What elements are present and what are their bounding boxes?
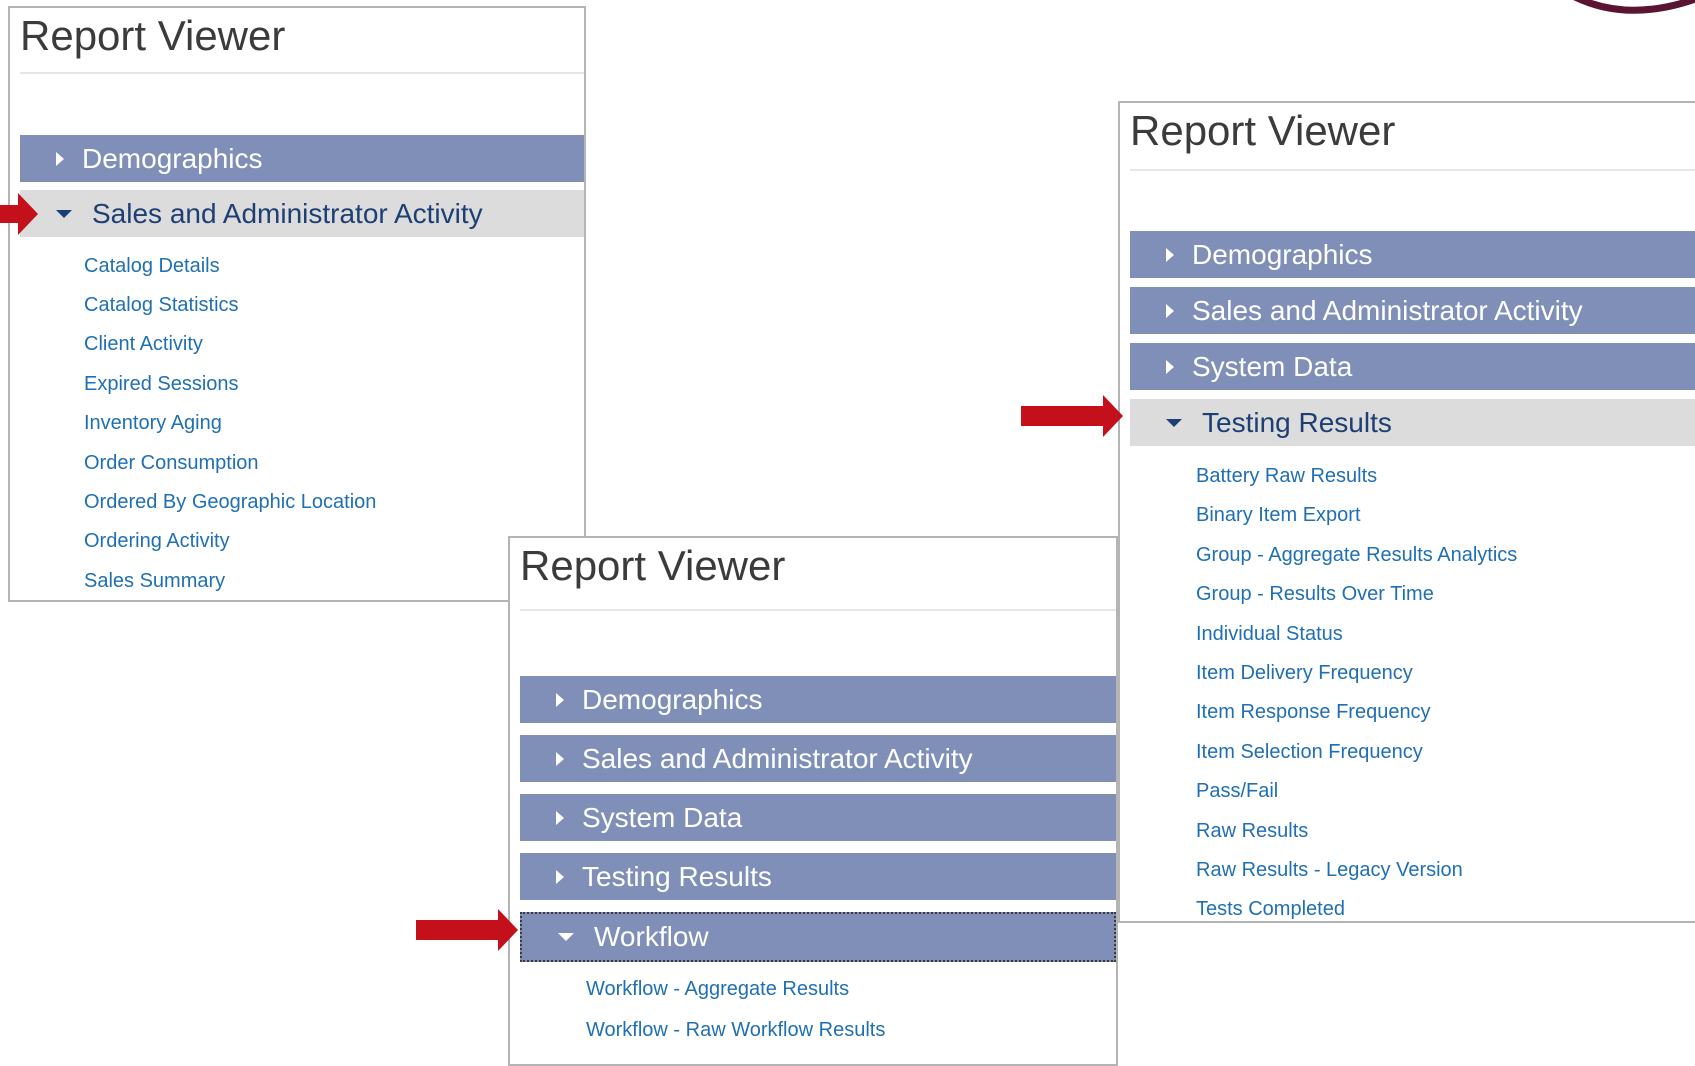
section-label: System Data (1192, 350, 1353, 382)
section-label: Sales and Administrator Activity (582, 742, 973, 774)
caret-right-icon (556, 869, 564, 884)
section-demographics[interactable]: Demographics (1130, 231, 1695, 278)
red-arrow-icon (416, 909, 518, 951)
section-sales-and-administrator-activity[interactable]: Sales and Administrator Activity (1130, 287, 1695, 334)
caret-right-icon (1166, 303, 1174, 318)
section-label: System Data (582, 801, 743, 833)
red-arrow-icon (0, 193, 38, 235)
report-link-individual-status[interactable]: Individual Status (1196, 623, 1343, 646)
report-link-group-results-over-time[interactable]: Group - Results Over Time (1196, 583, 1434, 606)
report-link-inventory-aging[interactable]: Inventory Aging (84, 412, 222, 435)
report-link-client-activity[interactable]: Client Activity (84, 333, 203, 356)
panel-title: Report Viewer (20, 12, 286, 59)
report-viewer-panel-testing-results: Report Viewer Demographics Sales and Adm… (1118, 101, 1695, 923)
section-testing-results[interactable]: Testing Results (520, 853, 1116, 900)
section-sales-and-administrator-activity[interactable]: Sales and Administrator Activity (520, 735, 1116, 782)
report-viewer-panel-sales: Report Viewer Demographics Sales and Adm… (8, 6, 586, 602)
caret-right-icon (556, 810, 564, 825)
section-label: Sales and Administrator Activity (92, 197, 483, 229)
logo-swoosh (1573, 0, 1695, 14)
report-viewer-panel-workflow: Report Viewer Demographics Sales and Adm… (508, 536, 1118, 1066)
report-link-workflow-raw-workflow-results[interactable]: Workflow - Raw Workflow Results (586, 1019, 885, 1042)
section-label: Workflow (594, 921, 709, 952)
report-link-workflow-aggregate-results[interactable]: Workflow - Aggregate Results (586, 978, 849, 1001)
section-label: Demographics (82, 142, 263, 174)
report-link-tests-completed[interactable]: Tests Completed (1196, 898, 1345, 921)
report-link-catalog-statistics[interactable]: Catalog Statistics (84, 294, 239, 317)
report-link-pass-fail[interactable]: Pass/Fail (1196, 780, 1278, 803)
report-link-binary-item-export[interactable]: Binary Item Export (1196, 504, 1361, 527)
title-divider (20, 72, 584, 74)
report-link-sales-summary[interactable]: Sales Summary (84, 570, 225, 593)
report-link-item-response-frequency[interactable]: Item Response Frequency (1196, 701, 1431, 724)
caret-down-icon (56, 209, 72, 218)
report-link-raw-results-legacy-version[interactable]: Raw Results - Legacy Version (1196, 859, 1463, 882)
report-link-ordering-activity[interactable]: Ordering Activity (84, 530, 230, 553)
section-label: Testing Results (1202, 406, 1392, 438)
caret-right-icon (1166, 247, 1174, 262)
panel-title: Report Viewer (520, 542, 786, 589)
caret-right-icon (56, 151, 64, 166)
caret-right-icon (556, 692, 564, 707)
section-system-data[interactable]: System Data (1130, 343, 1695, 390)
section-demographics[interactable]: Demographics (520, 676, 1116, 723)
report-link-ordered-by-geographic-location[interactable]: Ordered By Geographic Location (84, 491, 376, 514)
report-link-battery-raw-results[interactable]: Battery Raw Results (1196, 465, 1377, 488)
report-link-order-consumption[interactable]: Order Consumption (84, 452, 259, 475)
red-arrow-icon (1021, 395, 1123, 437)
caret-right-icon (556, 751, 564, 766)
section-label: Testing Results (582, 860, 772, 892)
section-demographics[interactable]: Demographics (20, 135, 584, 182)
report-link-item-delivery-frequency[interactable]: Item Delivery Frequency (1196, 662, 1413, 685)
title-divider (1130, 169, 1695, 171)
caret-right-icon (1166, 359, 1174, 374)
section-label: Demographics (582, 683, 763, 715)
section-label: Sales and Administrator Activity (1192, 294, 1583, 326)
caret-down-icon (558, 933, 574, 941)
report-link-raw-results[interactable]: Raw Results (1196, 820, 1308, 843)
panel-title: Report Viewer (1130, 107, 1396, 154)
report-link-item-selection-frequency[interactable]: Item Selection Frequency (1196, 741, 1423, 764)
title-divider (520, 609, 1116, 611)
section-sales-and-administrator-activity[interactable]: Sales and Administrator Activity (20, 190, 584, 237)
section-testing-results[interactable]: Testing Results (1130, 399, 1695, 446)
report-link-group-aggregate-results-analytics[interactable]: Group - Aggregate Results Analytics (1196, 544, 1517, 567)
report-link-expired-sessions[interactable]: Expired Sessions (84, 373, 239, 396)
report-link-catalog-details[interactable]: Catalog Details (84, 255, 220, 278)
caret-down-icon (1166, 418, 1182, 427)
section-workflow[interactable]: Workflow (520, 912, 1116, 962)
section-system-data[interactable]: System Data (520, 794, 1116, 841)
section-label: Demographics (1192, 238, 1373, 270)
